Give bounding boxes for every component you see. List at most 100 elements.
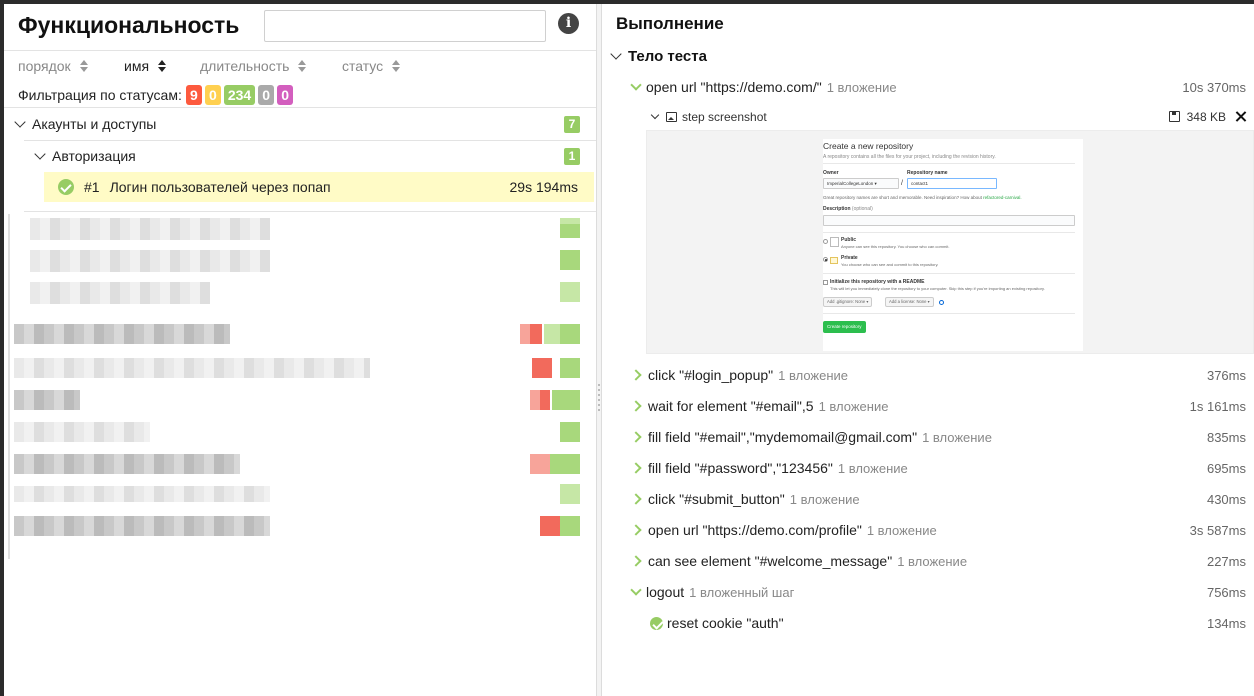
step-name: open url "https://demo.com/profile" [648,522,862,538]
obscured-row [14,486,270,502]
shot-desc-field [823,215,1075,226]
sort-arrows-icon [158,60,167,72]
chevron-right-icon [630,369,642,381]
substep-row[interactable]: reset cookie "auth" 134ms [650,609,1254,637]
execution-title: Выполнение [616,14,724,33]
step-duration: 3s 587ms [1189,522,1246,538]
attachment-row[interactable]: step screenshot 348 KB [650,106,1252,128]
obscured-row [14,422,150,442]
obscured-badge [560,422,580,442]
filter-badge-passed[interactable]: 234 [223,85,256,105]
chevron-right-icon [630,555,642,567]
shot-owner-field: ImperialCollegeLondon ▾ [823,178,899,189]
filter-badge-unknown[interactable]: 0 [277,85,294,105]
shot-public-desc: Anyone can see this repository. You choo… [841,244,950,249]
shot-divider [823,273,1075,274]
tree-group[interactable]: Акаунты и доступы 7 [4,108,596,140]
step-name: wait for element "#email",5 [648,398,814,414]
step-name: can see element "#welcome_message" [648,553,893,569]
tree-group-count: 7 [564,116,580,133]
obscured-row [30,250,270,272]
tree-subgroup[interactable]: Авторизация 1 [4,140,596,172]
shot-slash: / [901,180,903,187]
shot-repo-label: Repository name [907,170,948,176]
shot-divider [823,232,1075,233]
obscured-badge [560,324,580,344]
shot-heading: Create a new repository [823,141,914,151]
sort-arrows-icon [298,60,307,72]
chevron-right-icon [630,400,642,412]
step-duration: 1s 161ms [1189,398,1246,414]
step-row[interactable]: fill field "#email","mydemomail@gmail.co… [630,423,1254,451]
step-row[interactable]: click "#submit_button" 1 вложение 430ms [630,485,1254,513]
chevron-right-icon [630,431,642,443]
chevron-down-icon [630,78,642,91]
step-row[interactable]: logout 1 вложенный шаг 756ms [630,578,1254,606]
attachment-screenshot[interactable]: Create a new repository A repository con… [646,130,1254,354]
test-case-row[interactable]: #1 Логин пользователей через попап 29s 1… [44,172,594,202]
step-row[interactable]: fill field "#password","123456" 1 вложен… [630,454,1254,482]
sort-status[interactable]: статус [342,58,401,74]
step-row[interactable]: can see element "#welcome_message" 1 вло… [630,547,1254,575]
step-row[interactable]: open url "https://demo.com/" 1 вложение … [630,73,1254,101]
step-row[interactable]: open url "https://demo.com/profile" 1 вл… [630,516,1254,544]
substep-name: reset cookie "auth" [667,615,784,631]
features-panel: Функциональность i порядок имя длительно… [4,4,596,696]
shot-hint: Great repository names are short and mem… [823,195,1022,200]
filter-badge-failed[interactable]: 9 [185,85,202,105]
obscured-row [14,324,230,344]
shot-desc-optional: (optional) [851,206,873,212]
obscured-badge [552,390,580,410]
search-input[interactable] [264,10,546,42]
shot-create-button: Create repository [823,321,866,333]
sort-order-label: порядок [18,58,71,74]
shot-init-desc: This will let you immediately clone the … [830,286,1045,291]
shot-public-radio [823,239,828,244]
passed-icon [58,179,74,195]
sort-name-label: имя [124,58,150,74]
attachment-name: step screenshot [682,110,767,124]
filter-badge-skipped[interactable]: 0 [258,85,275,105]
info-icon[interactable]: i [558,13,579,34]
status-filter: Фильтрация по статусам: 9 0 234 0 0 [18,84,294,106]
shot-desc-text: Description [823,206,851,212]
test-body-section[interactable]: Тело теста [610,48,707,65]
shot-public-label: Public [841,237,857,243]
sort-order[interactable]: порядок [18,58,88,74]
tree-subgroup-count: 1 [564,148,580,165]
shot-private-radio [823,257,828,262]
shot-divider [823,313,1075,314]
sort-duration[interactable]: длительность [200,58,307,74]
shot-gitignore-dropdown: Add .gitignore: None ▾ [823,297,873,307]
expand-icon[interactable] [1235,111,1246,122]
save-icon[interactable] [1169,111,1180,122]
step-name: open url "https://demo.com/" [646,79,822,95]
step-row[interactable]: wait for element "#email",5 1 вложение 1… [630,392,1254,420]
sort-name[interactable]: имя [124,58,167,74]
obscured-badge [560,516,580,536]
tree-subgroup-label: Авторизация [52,148,136,164]
shot-owner-label: Owner [823,170,839,176]
shot-init-checkbox [823,280,828,285]
chevron-right-icon [630,462,642,474]
drag-handle-icon [598,384,600,414]
status-filter-label: Фильтрация по статусам: [18,87,182,103]
test-case-label: Логин пользователей через попап [109,179,331,195]
obscured-badge [532,358,552,378]
obscured-badge [560,250,580,270]
obscured-row [14,358,370,378]
shot-private-desc: You choose who can see and commit to thi… [841,262,939,267]
sort-duration-label: длительность [200,58,290,74]
filter-badge-broken[interactable]: 0 [204,85,221,105]
step-duration: 835ms [1206,429,1246,445]
obscured-badge [560,282,580,302]
shot-private-label: Private [841,255,858,261]
step-row[interactable]: click "#login_popup" 1 вложение 376ms [630,361,1254,389]
step-duration: 430ms [1206,491,1246,507]
step-meta: 1 вложение [789,491,860,507]
shot-subheading: A repository contains all the files for … [823,154,996,160]
sort-status-label: статус [342,58,384,74]
chevron-down-icon [610,48,622,60]
sort-arrows-icon [79,60,88,72]
step-duration: 376ms [1206,367,1246,383]
